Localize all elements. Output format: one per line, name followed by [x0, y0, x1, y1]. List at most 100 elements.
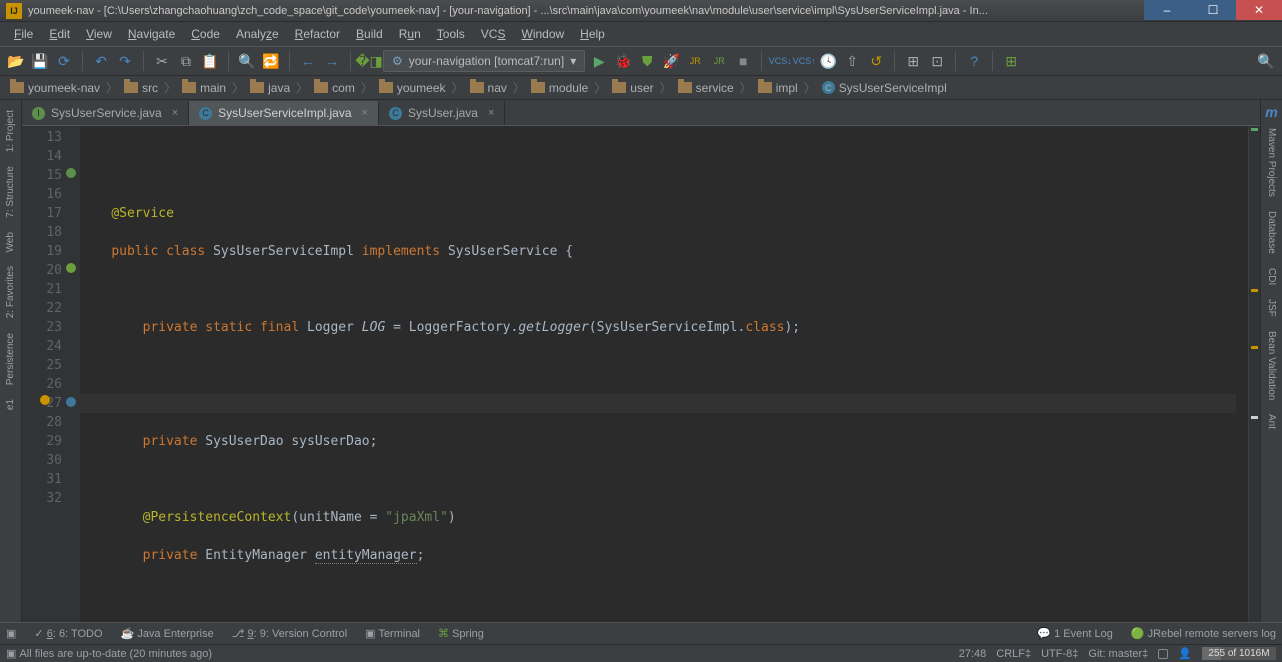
gutter[interactable]: 1314151617181920212223242526272829303132	[22, 126, 80, 622]
redo-icon[interactable]: ↷	[115, 51, 135, 71]
tw-spring[interactable]: ⌘ Spring	[438, 627, 484, 640]
menu-navigate[interactable]: Navigate	[120, 25, 183, 43]
tab-sysuser[interactable]: C SysUser.java ×	[379, 101, 505, 125]
vcs-update-icon[interactable]: VCS↓	[770, 51, 790, 71]
lock-icon[interactable]	[1158, 649, 1168, 659]
menu-tools[interactable]: Tools	[429, 25, 473, 43]
tw-quick-icon[interactable]: ▣	[6, 627, 16, 640]
replace-icon[interactable]: 🔁	[261, 51, 281, 71]
warn-marker[interactable]	[1251, 289, 1258, 292]
vcs-revert-icon[interactable]: ↺	[866, 51, 886, 71]
menu-help[interactable]: Help	[572, 25, 613, 43]
crumb-com[interactable]: com	[310, 81, 359, 95]
tw-todo[interactable]: ✓ 6: 6: TODO	[34, 627, 102, 640]
forward-icon[interactable]: →	[322, 51, 342, 71]
menu-vcs[interactable]: VCS	[473, 25, 514, 43]
crumb-java[interactable]: java	[246, 81, 294, 95]
crumb-project[interactable]: youmeek-nav	[6, 81, 104, 95]
menu-code[interactable]: Code	[183, 25, 228, 43]
paste-icon[interactable]: 📋	[200, 51, 220, 71]
tw-maven[interactable]: Maven Projects	[1266, 122, 1277, 203]
maven-icon[interactable]: m	[1265, 104, 1277, 120]
tw-javaee[interactable]: ☕ Java Enterprise	[121, 627, 214, 640]
vcs-push-icon[interactable]: ⇧	[842, 51, 862, 71]
tw-project[interactable]: 1: Project	[5, 104, 16, 158]
tw-database[interactable]: Database	[1266, 205, 1277, 260]
crumb-user[interactable]: user	[608, 81, 657, 95]
bean-icon[interactable]	[64, 261, 78, 275]
open-icon[interactable]: 📂	[6, 51, 26, 71]
crumb-class[interactable]: CSysUserServiceImpl	[818, 81, 951, 95]
memory-indicator[interactable]: 255 of 1016M	[1202, 647, 1276, 660]
tw-e1[interactable]: e1	[5, 393, 16, 416]
override-icon[interactable]	[64, 395, 78, 409]
menu-view[interactable]: View	[78, 25, 120, 43]
tw-structure[interactable]: 7: Structure	[5, 160, 16, 224]
structure-icon[interactable]: ⊞	[903, 51, 923, 71]
crumb-service[interactable]: service	[674, 81, 738, 95]
run-icon[interactable]: ▶	[589, 51, 609, 71]
tab-sysuserservice[interactable]: I SysUserService.java ×	[22, 101, 189, 125]
jrebel-debug-icon[interactable]: JR	[685, 51, 705, 71]
menu-analyze[interactable]: Analyze	[228, 25, 287, 43]
code-area[interactable]: @Service public class SysUserServiceImpl…	[80, 126, 1248, 622]
tw-cdi[interactable]: CDI	[1266, 262, 1277, 291]
back-icon[interactable]: ←	[298, 51, 318, 71]
cut-icon[interactable]: ✂	[152, 51, 172, 71]
encoding[interactable]: UTF-8‡	[1041, 648, 1078, 660]
search-everywhere-icon[interactable]: 🔍	[1256, 51, 1276, 71]
tw-beanval[interactable]: Bean Validation	[1266, 325, 1277, 406]
tab-sysuserserviceimpl[interactable]: C SysUserServiceImpl.java ×	[189, 101, 379, 125]
jrebel-icon[interactable]: JR	[709, 51, 729, 71]
crumb-impl[interactable]: impl	[754, 81, 802, 95]
settings-icon[interactable]: ⊡	[927, 51, 947, 71]
menu-edit[interactable]: Edit	[41, 25, 78, 43]
crumb-module[interactable]: module	[527, 81, 592, 95]
tw-eventlog[interactable]: 💬 1 Event Log	[1037, 627, 1112, 640]
undo-icon[interactable]: ↶	[91, 51, 111, 71]
crumb-main[interactable]: main	[178, 81, 230, 95]
tw-persistence[interactable]: Persistence	[5, 327, 16, 391]
code-editor[interactable]: 1314151617181920212223242526272829303132…	[22, 126, 1260, 622]
tw-jsf[interactable]: JSF	[1266, 293, 1277, 323]
status-icon[interactable]: ▣	[6, 647, 16, 660]
menu-build[interactable]: Build	[348, 25, 391, 43]
minimize-button[interactable]: ‒	[1144, 0, 1190, 20]
tw-terminal[interactable]: ▣ Terminal	[365, 627, 420, 640]
tw-favorites[interactable]: 2: Favorites	[5, 260, 16, 324]
run-config-dropdown[interactable]: ⚙ your-navigation [tomcat7:run] ▾	[383, 50, 585, 72]
menu-run[interactable]: Run	[391, 25, 429, 43]
crumb-nav[interactable]: nav	[466, 81, 511, 95]
close-tab-icon[interactable]: ×	[172, 107, 178, 119]
tw-web[interactable]: Web	[5, 226, 16, 258]
debug-icon[interactable]: 🐞	[613, 51, 633, 71]
vcs-commit-icon[interactable]: VCS↑	[794, 51, 814, 71]
save-all-icon[interactable]: 💾	[30, 51, 50, 71]
tw-ant[interactable]: Ant	[1266, 408, 1277, 435]
coverage-icon[interactable]: ⛊	[637, 51, 657, 71]
jrebel-run-icon[interactable]: 🚀	[661, 51, 681, 71]
tw-vcs[interactable]: ⎇ 9: 9: Version Control	[232, 627, 347, 640]
implements-icon[interactable]	[64, 166, 78, 180]
menu-file[interactable]: File	[6, 25, 41, 43]
close-tab-icon[interactable]: ×	[488, 107, 494, 119]
line-separator[interactable]: CRLF‡	[996, 648, 1031, 660]
help-icon[interactable]: ?	[964, 51, 984, 71]
sync-icon[interactable]: ⟳	[54, 51, 74, 71]
make-icon[interactable]: �◨	[359, 51, 379, 71]
tw-jrebel-log[interactable]: 🟢 JRebel remote servers log	[1131, 627, 1276, 640]
inspection-icon[interactable]: 👤	[1178, 647, 1192, 660]
maximize-button[interactable]: ☐	[1190, 0, 1236, 20]
menu-window[interactable]: Window	[513, 25, 572, 43]
cursor-position[interactable]: 27:48	[959, 648, 987, 660]
close-tab-icon[interactable]: ×	[362, 107, 368, 119]
copy-icon[interactable]: ⧉	[176, 51, 196, 71]
git-branch[interactable]: Git: master‡	[1088, 648, 1148, 660]
stop-icon[interactable]: ■	[733, 51, 753, 71]
find-icon[interactable]: 🔍	[237, 51, 257, 71]
menu-refactor[interactable]: Refactor	[287, 25, 348, 43]
crumb-src[interactable]: src	[120, 81, 162, 95]
close-button[interactable]: ✕	[1236, 0, 1282, 20]
vcs-history-icon[interactable]: 🕓	[818, 51, 838, 71]
jrebel-panel-icon[interactable]: ⊞	[1001, 51, 1021, 71]
